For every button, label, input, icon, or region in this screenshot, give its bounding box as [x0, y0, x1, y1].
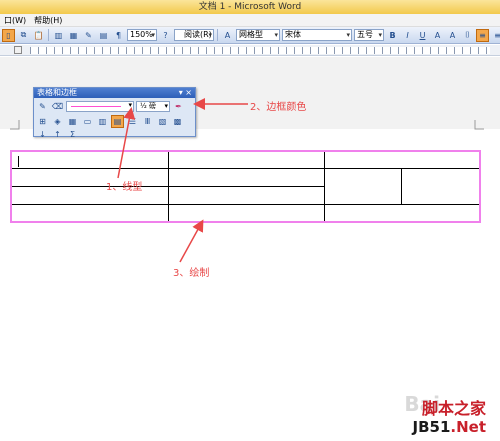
arrow-draw	[179, 219, 204, 263]
annotation-line-style: 1、线型	[106, 182, 143, 193]
annotation-arrows	[117, 98, 248, 263]
watermark-url-b: .Net	[450, 418, 486, 436]
arrow-line-style	[117, 107, 136, 179]
watermark-url-a: JB51	[412, 418, 451, 436]
annotation-border-color: 2、边框颜色	[250, 102, 307, 113]
watermark-site-url: JB51.Net	[413, 418, 487, 436]
watermark-site-name: 脚本之家	[421, 399, 486, 418]
annotation-draw: 3、绘制	[173, 268, 210, 279]
